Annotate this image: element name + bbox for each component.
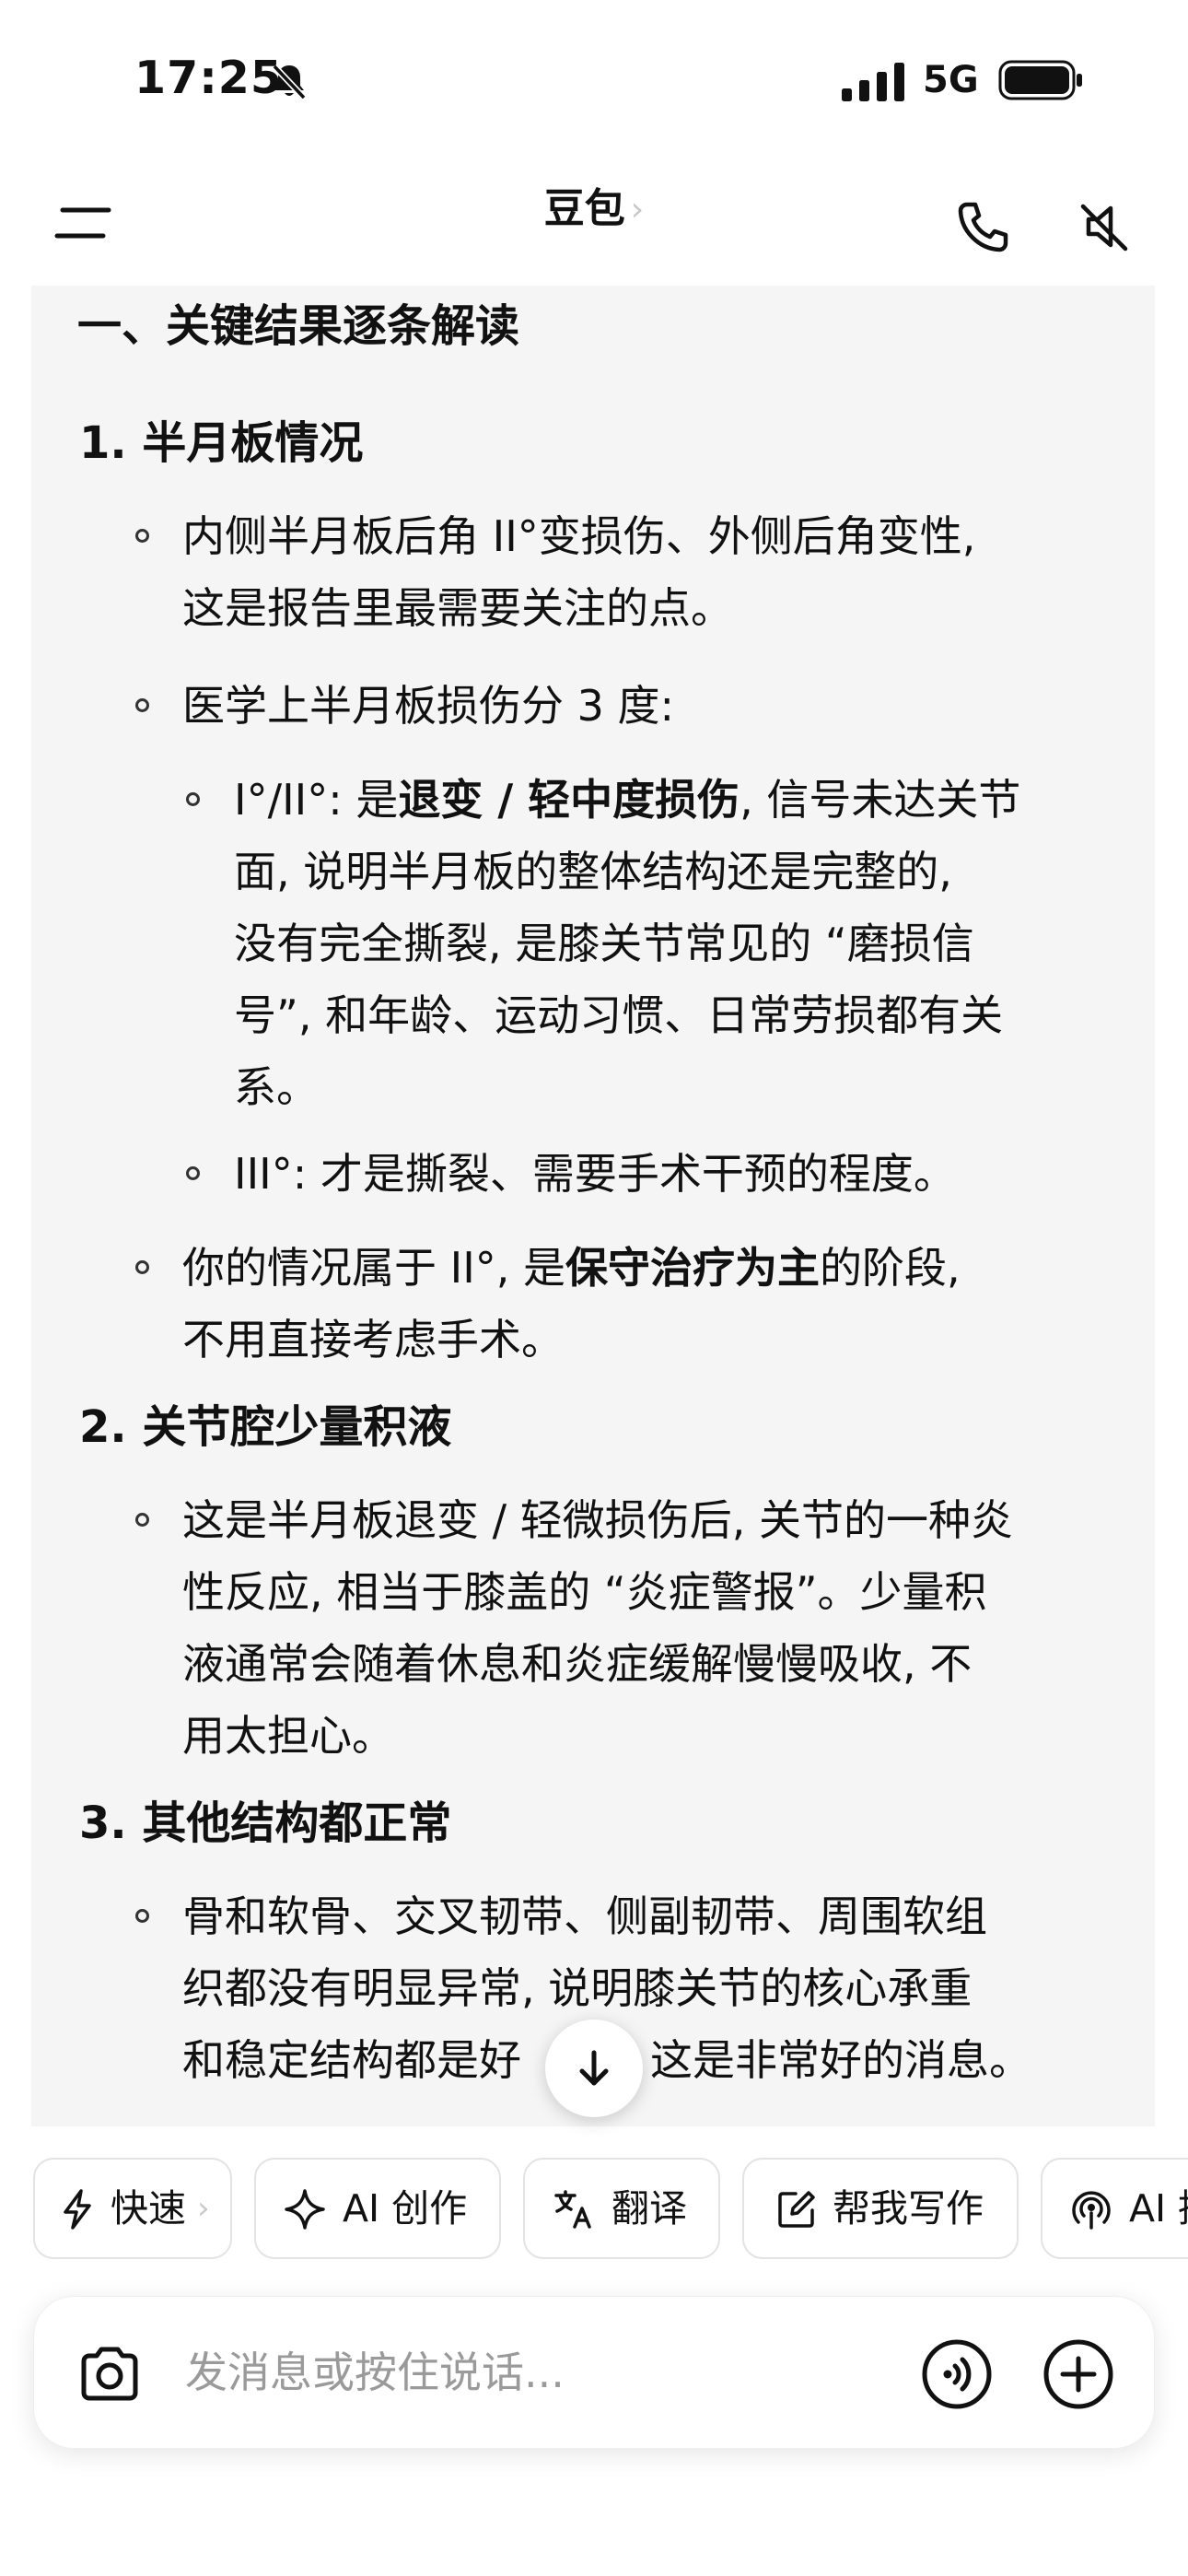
paragraph-line: 织都没有明显异常, 说明膝关节的核心承重 <box>182 1963 973 2013</box>
bullet <box>186 1166 200 1180</box>
status-time: 17:25 <box>134 52 283 104</box>
paragraph-line: 液通常会随着休息和炎症缓解慢慢吸收, 不 <box>182 1639 973 1689</box>
paragraph-line: 系。 <box>234 1062 319 1112</box>
bullet <box>135 1909 149 1923</box>
bullet <box>186 792 200 806</box>
edit-icon <box>778 2191 815 2228</box>
paragraph-line: 没有完全撕裂, 是膝关节常见的 “磨损信 <box>234 919 974 968</box>
chip-label: 快速 <box>111 2186 186 2231</box>
bell-slash-icon <box>272 64 307 100</box>
paragraph-line: 医学上半月板损伤分 3 度: <box>182 681 675 731</box>
translate-icon <box>554 2190 591 2229</box>
bullet <box>135 529 149 543</box>
phone-icon[interactable] <box>954 199 1011 256</box>
list-item-title: 3. 其他结构都正常 <box>79 1797 452 1849</box>
plus-circle-icon[interactable] <box>1042 2337 1115 2411</box>
title-chevron-icon: › <box>630 191 645 228</box>
paragraph-line: 这是报告里最需要关注的点。 <box>182 583 733 633</box>
section-heading: 一、关键结果逐条解读 <box>77 300 520 352</box>
speaker-mute-icon[interactable] <box>1077 199 1133 254</box>
page-title[interactable]: 豆包 <box>544 185 625 232</box>
list-item-title: 2. 关节腔少量积液 <box>79 1401 452 1453</box>
message-input[interactable] <box>183 2330 905 2415</box>
lightning-icon <box>64 2189 91 2230</box>
paragraph-line: 内侧半月板后角 II°变损伤、外侧后角变性, <box>182 511 976 561</box>
paragraph-line: 骨和软骨、交叉韧带、侧副韧带、周围软组 <box>182 1891 987 1941</box>
status-bar: 17:25 5G <box>0 0 1188 157</box>
chip-label: AI 播客 <box>1129 2186 1188 2231</box>
paragraph-line: 性反应, 相当于膝盖的 “炎症警报”。少量积 <box>182 1567 987 1617</box>
chip-translate[interactable]: 翻译 <box>523 2158 720 2259</box>
bullet <box>135 1513 149 1527</box>
bullet <box>135 1260 149 1274</box>
chip-ai-create[interactable]: AI 创作 <box>254 2158 501 2259</box>
paragraph-line: 面, 说明半月板的整体结构还是完整的, <box>234 847 952 896</box>
chip-label: AI 创作 <box>343 2186 468 2231</box>
paragraph-line: III°: 才是撕裂、需要手术干预的程度。 <box>234 1149 956 1199</box>
arrow-down-icon <box>579 2050 609 2086</box>
voice-call-icon[interactable] <box>920 2337 994 2411</box>
assistant-message: 一、关键结果逐条解读 1. 半月板情况 内侧半月板后角 II°变损伤、外侧后角变… <box>31 286 1155 2126</box>
paragraph-line: 这是半月板退变 / 轻微损伤后, 关节的一种炎 <box>182 1495 1013 1545</box>
message-composer <box>33 2296 1155 2449</box>
battery-icon <box>998 60 1082 100</box>
bullet <box>135 698 149 712</box>
cellular-signal-icon <box>842 63 904 101</box>
chip-help-write[interactable]: 帮我写作 <box>742 2158 1019 2259</box>
podcast-icon <box>1072 2191 1111 2230</box>
chevron-right-icon: › <box>197 2190 210 2227</box>
paragraph-line: I°/II°: 是退变 / 轻中度损伤, 信号未达关节 <box>234 775 1021 825</box>
paragraph-line: 和稳定结构都是好 <box>182 2035 521 2085</box>
chip-label: 帮我写作 <box>833 2186 984 2231</box>
nav-header: 豆包 › <box>0 157 1188 286</box>
paragraph-line: 你的情况属于 II°, 是保守治疗为主的阶段, <box>182 1243 961 1293</box>
chip-ai-podcast[interactable]: AI 播客 <box>1041 2158 1188 2259</box>
network-type: 5G <box>923 59 979 101</box>
paragraph-line: 不用直接考虑手术。 <box>182 1315 564 1364</box>
sparkle-icon <box>285 2189 325 2230</box>
scroll-down-button[interactable] <box>545 2020 643 2117</box>
list-item-title: 1. 半月板情况 <box>79 417 364 469</box>
chip-label: 翻译 <box>611 2186 687 2231</box>
chip-quick[interactable]: 快速 › <box>33 2158 232 2259</box>
paragraph-line: 号”, 和年龄、运动习惯、日常劳损都有关 <box>234 990 1004 1040</box>
shortcut-chips: 快速 › AI 创作 翻译 帮我写作 AI 播客 <box>0 2156 1188 2263</box>
paragraph-line: 用太担心。 <box>182 1711 394 1761</box>
camera-icon[interactable] <box>75 2339 145 2409</box>
paragraph-line: 这是非常好的消息。 <box>650 2035 1031 2085</box>
